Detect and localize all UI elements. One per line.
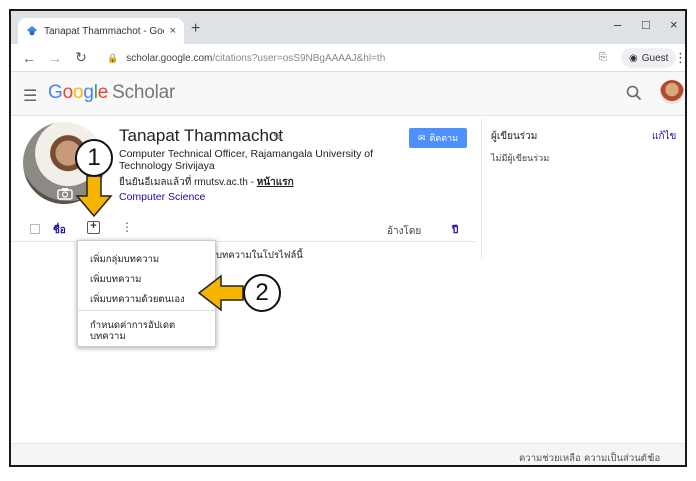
annotation-arrows <box>75 175 244 312</box>
arrow-left-icon <box>197 274 244 312</box>
browser-window: Tanapat Thammachot - Google S × + – □ × … <box>9 9 687 467</box>
callout-number-1: 1 <box>75 139 113 177</box>
arrow-down-icon <box>75 175 113 218</box>
callout-number-2: 2 <box>243 274 281 312</box>
